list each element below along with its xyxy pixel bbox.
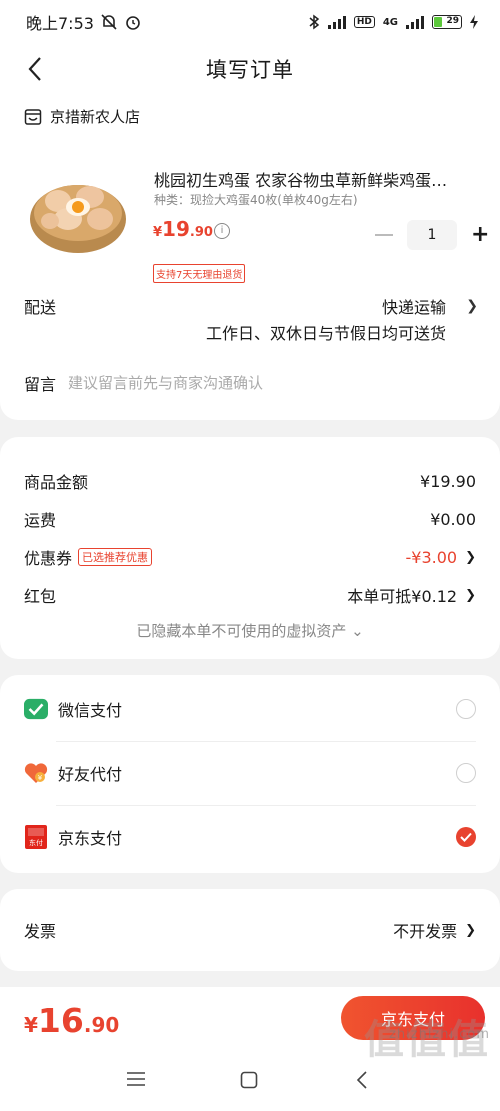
charging-icon	[470, 15, 478, 29]
status-bar: 晚上7:53 HD 4G 29	[0, 0, 500, 44]
total-decimal: .90	[83, 1013, 120, 1037]
quantity-stepper: 1 +	[375, 220, 489, 250]
goods-amount-value: ¥19.90	[420, 471, 476, 491]
shop-name: 京措新农人店	[50, 108, 141, 126]
shipping-row[interactable]: 配送 快递运输 工作日、双休日与节假日均可送货 ❯	[0, 294, 500, 343]
price-currency: ¥	[153, 225, 163, 240]
quantity-value[interactable]: 1	[407, 220, 457, 250]
watermark-text: zhizhizhi.com	[389, 1027, 490, 1042]
network-label: 4G	[382, 16, 398, 28]
message-row: 留言	[24, 371, 369, 395]
chevron-left-icon	[28, 57, 41, 81]
radio-unselected[interactable]	[456, 699, 476, 719]
nav-bar: 填写订单	[0, 44, 500, 94]
home-icon	[240, 1071, 258, 1089]
home-key[interactable]	[240, 1071, 258, 1093]
store-icon	[24, 108, 42, 125]
shipping-note: 工作日、双休日与节假日均可送货	[205, 324, 446, 343]
minus-button[interactable]	[375, 234, 393, 236]
payment-option-label: 京东支付	[58, 829, 123, 848]
product-item[interactable]: 桃园初生鸡蛋 农家谷物虫草新鲜柴鸡蛋… 种类：现捡大鸡蛋40枚(单枚40g左右)…	[0, 127, 500, 283]
svg-text:¥: ¥	[38, 774, 43, 782]
plus-button[interactable]: +	[471, 224, 489, 246]
product-image	[30, 185, 126, 253]
jd-pay-icon: 东付	[24, 825, 48, 849]
friend-pay-icon: ¥	[24, 761, 48, 785]
shipping-label: 配送	[24, 298, 57, 317]
product-price: ¥ 19 .90	[153, 217, 213, 241]
signal-icon-2	[406, 15, 424, 29]
menu-key[interactable]	[126, 1071, 146, 1091]
payment-option-label: 微信支付	[58, 701, 123, 720]
redpacket-label: 红包	[24, 587, 57, 606]
coupon-row[interactable]: 优惠券 已选推荐优惠 -¥3.00 ❯	[24, 545, 476, 569]
order-top-card: 晚上7:53 HD 4G 29 填写订单 京措新农人店 桃园初生鸡蛋 农家谷物虫…	[0, 0, 500, 420]
shipping-method: 快递运输	[381, 298, 446, 317]
chevron-right-icon: ❯	[466, 298, 478, 314]
menu-icon	[127, 1072, 145, 1086]
mute-icon	[101, 14, 117, 30]
return-policy-tag: 支持7天无理由退货	[153, 264, 246, 283]
price-integer: 19	[162, 217, 190, 241]
radio-selected[interactable]	[456, 827, 476, 847]
coupon-label: 优惠券	[24, 549, 73, 568]
invoice-card[interactable]: 发票 不开发票 ❯	[0, 889, 500, 971]
check-icon	[460, 832, 472, 842]
freight-value: ¥0.00	[430, 509, 476, 529]
total-price: ¥ 16 .90	[24, 1001, 119, 1040]
product-spec: 种类：现捡大鸡蛋40枚(单枚40g左右)	[154, 193, 358, 207]
amount-card: 商品金额 ¥19.90 运费 ¥0.00 优惠券 已选推荐优惠 -¥3.00 ❯ 红…	[0, 437, 500, 659]
svg-text:东付: 东付	[29, 838, 43, 847]
coupon-value: -¥3.00	[405, 547, 458, 567]
payment-option-jd[interactable]: 东付 京东支付	[0, 805, 500, 869]
signal-icon	[327, 15, 346, 29]
wechat-pay-icon	[24, 697, 48, 721]
info-icon[interactable]: i	[214, 223, 230, 239]
back-key[interactable]	[356, 1071, 368, 1093]
redpacket-value: 本单可抵¥0.12	[347, 587, 458, 606]
message-input[interactable]	[68, 374, 369, 392]
invoice-label: 发票	[24, 922, 57, 941]
payment-option-wechat[interactable]: 微信支付	[0, 677, 500, 741]
bluetooth-icon	[309, 14, 320, 30]
chevron-right-icon: ❯	[465, 549, 476, 565]
battery-level: 29	[446, 16, 459, 26]
shop-header[interactable]: 京措新农人店	[0, 94, 500, 127]
total-integer: 16	[37, 1001, 84, 1040]
message-label: 留言	[24, 375, 57, 394]
price-decimal: .90	[189, 225, 213, 240]
chevron-right-icon: ❯	[465, 922, 476, 938]
radio-unselected[interactable]	[456, 763, 476, 783]
total-currency: ¥	[24, 1013, 38, 1037]
status-time: 晚上7:53	[26, 14, 94, 33]
hidden-assets-toggle[interactable]: 已隐藏本单不可使用的虚拟资产 ⌄	[0, 620, 500, 641]
freight-label: 运费	[24, 511, 57, 530]
freight-row: 运费 ¥0.00	[24, 507, 476, 531]
page-title: 填写订单	[206, 58, 294, 82]
invoice-value: 不开发票	[393, 922, 458, 941]
goods-amount-label: 商品金额	[24, 473, 89, 492]
payment-option-label: 好友代付	[58, 765, 123, 784]
hd-badge: HD	[353, 16, 375, 28]
back-icon	[356, 1071, 367, 1089]
payment-option-friend[interactable]: ¥ 好友代付	[0, 741, 500, 805]
chevron-right-icon: ❯	[465, 587, 476, 603]
goods-amount-row: 商品金额 ¥19.90	[24, 469, 476, 493]
back-button[interactable]	[20, 54, 50, 84]
coupon-badge: 已选推荐优惠	[78, 548, 153, 566]
redpacket-row[interactable]: 红包 本单可抵¥0.12 ❯	[24, 583, 476, 607]
checkout-bar: ¥ 16 .90 京东支付 值值值 zhizhizhi.com	[0, 987, 500, 1111]
system-nav-bar	[0, 1067, 500, 1097]
battery-icon: 29	[432, 15, 462, 29]
product-title: 桃园初生鸡蛋 农家谷物虫草新鲜柴鸡蛋…	[154, 171, 448, 190]
alarm-icon	[126, 16, 140, 30]
payment-card: 微信支付 ¥ 好友代付 东付 京东支付	[0, 675, 500, 873]
invoice-row[interactable]: 发票 不开发票 ❯	[24, 918, 476, 942]
